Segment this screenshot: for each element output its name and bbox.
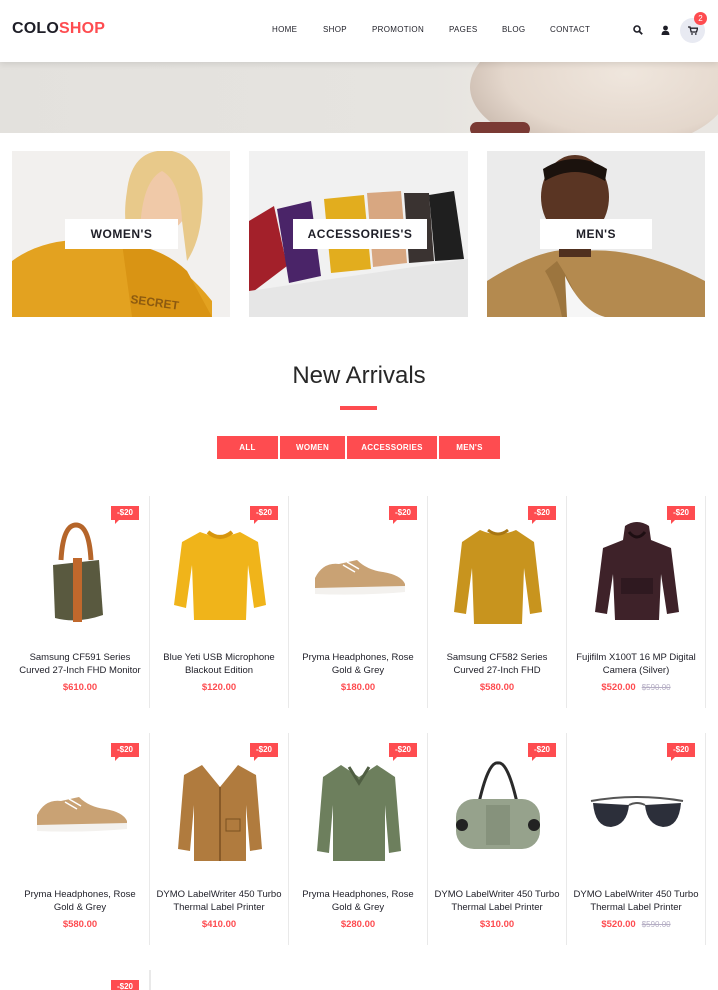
product-card[interactable]: -$20 Pryma Headphones, Rose Gold & Grey $1…	[289, 496, 428, 708]
product-price: $580.00	[428, 682, 566, 693]
product-image[interactable]	[587, 520, 687, 630]
product-card[interactable]: -$20 DYMO LabelWriter 450 Turbo Thermal L…	[150, 733, 289, 945]
product-image[interactable]	[170, 757, 270, 867]
hero-banner	[0, 62, 718, 133]
price-old: $590.00	[641, 920, 671, 929]
product-name[interactable]: DYMO LabelWriter 450 Turbo Thermal Label…	[573, 888, 699, 914]
product-price: $520.00 $590.00	[567, 682, 705, 693]
product-card[interactable]: -$20 Pryma Headphones, Rose Gold & Grey $5…	[11, 733, 150, 945]
banner-label-women: WOMEN'S	[65, 219, 178, 249]
user-icon[interactable]	[661, 25, 670, 35]
filter-mens[interactable]: MEN'S	[439, 436, 500, 459]
product-name[interactable]: Pryma Headphones, Rose Gold & Grey	[295, 888, 421, 914]
product-price: $180.00	[289, 682, 427, 693]
product-name[interactable]: Pryma Headphones, Rose Gold & Grey	[295, 651, 421, 677]
filter-all[interactable]: ALL	[217, 436, 278, 459]
product-image[interactable]	[31, 757, 131, 867]
discount-badge: -$20	[388, 506, 417, 524]
nav-contact[interactable]: CONTACT	[550, 25, 590, 34]
banner-label-men: MEN'S	[540, 219, 652, 249]
product-card[interactable]: -$20	[11, 970, 150, 990]
product-name[interactable]: DYMO LabelWriter 450 Turbo Thermal Label…	[156, 888, 282, 914]
product-name[interactable]: Blue Yeti USB Microphone Blackout Editio…	[156, 651, 282, 677]
product-card[interactable]: -$20 Samsung CF591 Series Curved 27-Inch …	[11, 496, 150, 708]
banner-label-accessories: ACCESSORIES'S	[293, 219, 427, 249]
hero-image-detail	[470, 122, 530, 133]
product-price: $520.00 $590.00	[567, 919, 705, 930]
product-card[interactable]: -$20 Pryma Headphones, Rose Gold & Grey $2…	[289, 733, 428, 945]
product-price: $280.00	[289, 919, 427, 930]
product-image[interactable]	[448, 757, 548, 867]
product-name[interactable]: Samsung CF582 Series Curved 27-Inch FHD	[434, 651, 560, 677]
product-image[interactable]	[309, 757, 409, 867]
logo-part1: COLO	[12, 20, 60, 37]
price-current: $280.00	[340, 919, 376, 930]
site-header: COLOSHOP HOME SHOP PROMOTION PAGES BLOG …	[0, 0, 718, 62]
price-current: $520.00	[601, 682, 636, 693]
product-name[interactable]: DYMO LabelWriter 450 Turbo Thermal Label…	[434, 888, 560, 914]
product-image[interactable]	[309, 520, 409, 630]
product-price: $410.00	[150, 919, 288, 930]
search-icon[interactable]	[633, 25, 643, 35]
price-current: $580.00	[479, 682, 515, 693]
banner-accessories[interactable]: ACCESSORIES'S	[249, 151, 468, 317]
price-current: $580.00	[62, 919, 98, 930]
product-name[interactable]: Samsung CF591 Series Curved 27-Inch FHD …	[17, 651, 143, 677]
price-current: $120.00	[201, 682, 237, 693]
discount-badge: -$20	[527, 743, 556, 761]
price-current: $610.00	[62, 682, 98, 693]
nav-shop[interactable]: SHOP	[323, 25, 347, 34]
discount-badge: -$20	[110, 743, 139, 761]
discount-badge: -$20	[110, 506, 139, 524]
nav-home[interactable]: HOME	[272, 25, 297, 34]
product-card[interactable]: -$20 DYMO LabelWriter 450 Turbo Thermal L…	[567, 733, 706, 945]
product-price: $120.00	[150, 682, 288, 693]
price-current: $180.00	[340, 682, 376, 693]
product-card[interactable]: -$20 DYMO LabelWriter 450 Turbo Thermal L…	[428, 733, 567, 945]
price-current: $520.00	[601, 919, 636, 930]
product-name[interactable]: Pryma Headphones, Rose Gold & Grey	[17, 888, 143, 914]
cart-icon	[688, 26, 698, 35]
banner-women[interactable]: SECRET WOMEN'S	[12, 151, 230, 317]
grid-divider	[150, 970, 151, 990]
discount-badge: -$20	[249, 506, 278, 524]
banner-men[interactable]: MEN'S	[487, 151, 705, 317]
filter-accessories[interactable]: ACCESSORIES	[347, 436, 437, 459]
product-image[interactable]	[170, 520, 270, 630]
nav-promotion[interactable]: PROMOTION	[372, 25, 424, 34]
price-current: $310.00	[479, 919, 515, 930]
discount-badge: -$20	[249, 743, 278, 761]
product-image[interactable]	[448, 520, 548, 630]
title-underline	[340, 406, 377, 410]
product-price: $610.00	[11, 682, 149, 693]
product-image[interactable]	[31, 520, 131, 630]
discount-badge: -$20	[666, 506, 695, 524]
logo-part2: SHOP	[59, 20, 106, 37]
discount-badge: -$20	[110, 980, 139, 990]
price-current: $410.00	[201, 919, 237, 930]
discount-badge: -$20	[388, 743, 417, 761]
product-price: $580.00	[11, 919, 149, 930]
product-price: $310.00	[428, 919, 566, 930]
product-card[interactable]: -$20 Fujifilm X100T 16 MP Digital Camera …	[567, 496, 706, 708]
price-old: $590.00	[641, 683, 671, 692]
product-card[interactable]: -$20 Blue Yeti USB Microphone Blackout Ed…	[150, 496, 289, 708]
product-image[interactable]	[587, 757, 687, 867]
product-name[interactable]: Fujifilm X100T 16 MP Digital Camera (Sil…	[573, 651, 699, 677]
discount-badge: -$20	[666, 743, 695, 761]
section-title: New Arrivals	[292, 362, 426, 389]
nav-pages[interactable]: PAGES	[449, 25, 477, 34]
product-card[interactable]: -$20 Samsung CF582 Series Curved 27-Inch …	[428, 496, 567, 708]
logo[interactable]: COLOSHOP	[12, 20, 105, 38]
filter-women[interactable]: WOMEN	[280, 436, 345, 459]
cart-count-badge: 2	[694, 12, 707, 25]
nav-blog[interactable]: BLOG	[502, 25, 525, 34]
discount-badge: -$20	[527, 506, 556, 524]
